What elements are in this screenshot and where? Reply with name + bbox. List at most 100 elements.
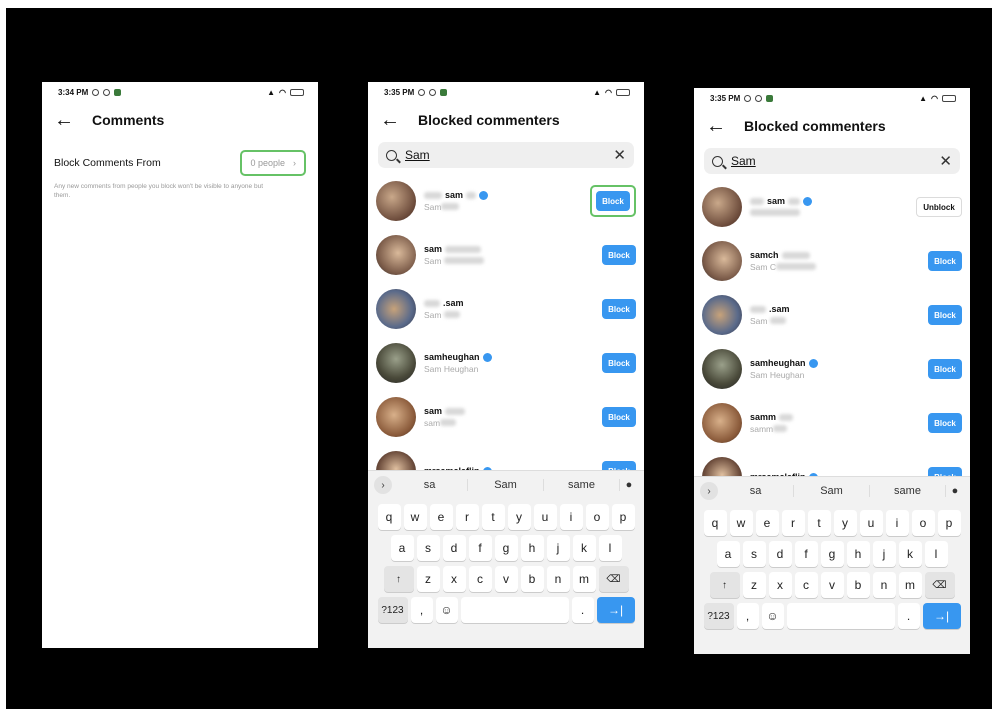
emoji-key-icon[interactable]: ☺ bbox=[761, 603, 784, 629]
clear-search-icon[interactable]: ✕ bbox=[613, 146, 626, 164]
block-comments-setting[interactable]: Block Comments From 0 people › bbox=[42, 148, 318, 178]
search-input[interactable]: Sam ✕ bbox=[704, 148, 960, 174]
key[interactable]: u bbox=[533, 504, 557, 530]
key[interactable]: a bbox=[390, 535, 414, 561]
key[interactable]: f bbox=[468, 535, 492, 561]
key[interactable]: s bbox=[416, 535, 440, 561]
enter-key-icon[interactable]: →| bbox=[922, 603, 961, 629]
suggestion[interactable]: same bbox=[870, 485, 946, 497]
key[interactable]: m bbox=[898, 572, 922, 598]
key[interactable]: o bbox=[911, 510, 935, 536]
block-button[interactable]: Block bbox=[928, 305, 962, 325]
key[interactable]: j bbox=[546, 535, 570, 561]
suggestion[interactable]: sa bbox=[392, 479, 468, 491]
key[interactable]: v bbox=[494, 566, 518, 592]
key[interactable]: r bbox=[781, 510, 805, 536]
block-button[interactable]: Block bbox=[596, 191, 630, 211]
key[interactable]: c bbox=[794, 572, 818, 598]
space-key[interactable] bbox=[460, 597, 569, 623]
key[interactable]: x bbox=[442, 566, 466, 592]
clear-search-icon[interactable]: ✕ bbox=[939, 152, 952, 170]
key[interactable]: r bbox=[455, 504, 479, 530]
key[interactable]: j bbox=[872, 541, 896, 567]
key[interactable]: b bbox=[846, 572, 870, 598]
enter-key-icon[interactable]: →| bbox=[596, 597, 635, 623]
key[interactable]: v bbox=[820, 572, 844, 598]
unblock-button[interactable]: Unblock bbox=[916, 197, 962, 217]
search-query[interactable]: Sam bbox=[405, 148, 605, 162]
key[interactable]: n bbox=[546, 566, 570, 592]
list-item[interactable]: samm samm Block bbox=[694, 396, 970, 450]
comma-key[interactable]: , bbox=[736, 603, 759, 629]
comma-key[interactable]: , bbox=[410, 597, 433, 623]
key[interactable]: z bbox=[742, 572, 766, 598]
list-item[interactable]: samheughan Sam Heughan Block bbox=[368, 336, 644, 390]
block-button[interactable]: Block bbox=[602, 299, 636, 319]
list-item[interactable]: sam sam Block bbox=[368, 390, 644, 444]
list-item[interactable]: sam Sam Block bbox=[368, 174, 644, 228]
key[interactable]: u bbox=[859, 510, 883, 536]
key[interactable]: i bbox=[559, 504, 583, 530]
list-item[interactable]: sam Unblock bbox=[694, 180, 970, 234]
space-key[interactable] bbox=[786, 603, 895, 629]
key[interactable]: k bbox=[572, 535, 596, 561]
key[interactable]: p bbox=[611, 504, 635, 530]
key[interactable]: p bbox=[937, 510, 961, 536]
key[interactable]: a bbox=[716, 541, 740, 567]
key[interactable]: l bbox=[598, 535, 622, 561]
symbols-key[interactable]: ?123 bbox=[377, 597, 408, 623]
key[interactable]: l bbox=[924, 541, 948, 567]
suggestion[interactable]: sa bbox=[718, 485, 794, 497]
key[interactable]: q bbox=[377, 504, 401, 530]
key[interactable]: h bbox=[846, 541, 870, 567]
key[interactable]: c bbox=[468, 566, 492, 592]
block-button[interactable]: Block bbox=[602, 245, 636, 265]
key[interactable]: t bbox=[481, 504, 505, 530]
suggestion[interactable]: same bbox=[544, 479, 620, 491]
block-button[interactable]: Block bbox=[602, 407, 636, 427]
key[interactable]: y bbox=[833, 510, 857, 536]
key[interactable]: h bbox=[520, 535, 544, 561]
key[interactable]: g bbox=[820, 541, 844, 567]
period-key[interactable]: . bbox=[897, 603, 920, 629]
emoji-key-icon[interactable]: ☺ bbox=[435, 597, 458, 623]
block-button[interactable]: Block bbox=[928, 359, 962, 379]
key[interactable]: b bbox=[520, 566, 544, 592]
key[interactable]: e bbox=[755, 510, 779, 536]
shift-key-icon[interactable]: ↑ bbox=[383, 566, 414, 592]
key[interactable]: t bbox=[807, 510, 831, 536]
key[interactable]: w bbox=[403, 504, 427, 530]
key[interactable]: o bbox=[585, 504, 609, 530]
block-button[interactable]: Block bbox=[928, 413, 962, 433]
expand-chevron-icon[interactable]: › bbox=[374, 476, 392, 494]
key[interactable]: m bbox=[572, 566, 596, 592]
microphone-icon[interactable]: ● bbox=[620, 479, 638, 491]
key[interactable]: s bbox=[742, 541, 766, 567]
block-button[interactable]: Block bbox=[602, 353, 636, 373]
period-key[interactable]: . bbox=[571, 597, 594, 623]
key[interactable]: d bbox=[442, 535, 466, 561]
suggestion[interactable]: Sam bbox=[794, 485, 870, 497]
block-button[interactable]: Block bbox=[928, 251, 962, 271]
microphone-icon[interactable]: ● bbox=[946, 485, 964, 497]
list-item[interactable]: sam Sam Block bbox=[368, 228, 644, 282]
key[interactable]: z bbox=[416, 566, 440, 592]
list-item[interactable]: .sam Sam Block bbox=[368, 282, 644, 336]
people-count-button[interactable]: 0 people › bbox=[240, 150, 306, 176]
backspace-key-icon[interactable]: ⌫ bbox=[924, 572, 955, 598]
shift-key-icon[interactable]: ↑ bbox=[709, 572, 740, 598]
back-arrow-icon[interactable]: ← bbox=[706, 116, 744, 136]
key[interactable]: g bbox=[494, 535, 518, 561]
search-input[interactable]: Sam ✕ bbox=[378, 142, 634, 168]
key[interactable]: k bbox=[898, 541, 922, 567]
key[interactable]: n bbox=[872, 572, 896, 598]
key[interactable]: y bbox=[507, 504, 531, 530]
backspace-key-icon[interactable]: ⌫ bbox=[598, 566, 629, 592]
list-item[interactable]: samch Sam C Block bbox=[694, 234, 970, 288]
list-item[interactable]: samheughan Sam Heughan Block bbox=[694, 342, 970, 396]
key[interactable]: d bbox=[768, 541, 792, 567]
key[interactable]: q bbox=[703, 510, 727, 536]
expand-chevron-icon[interactable]: › bbox=[700, 482, 718, 500]
key[interactable]: e bbox=[429, 504, 453, 530]
key[interactable]: i bbox=[885, 510, 909, 536]
